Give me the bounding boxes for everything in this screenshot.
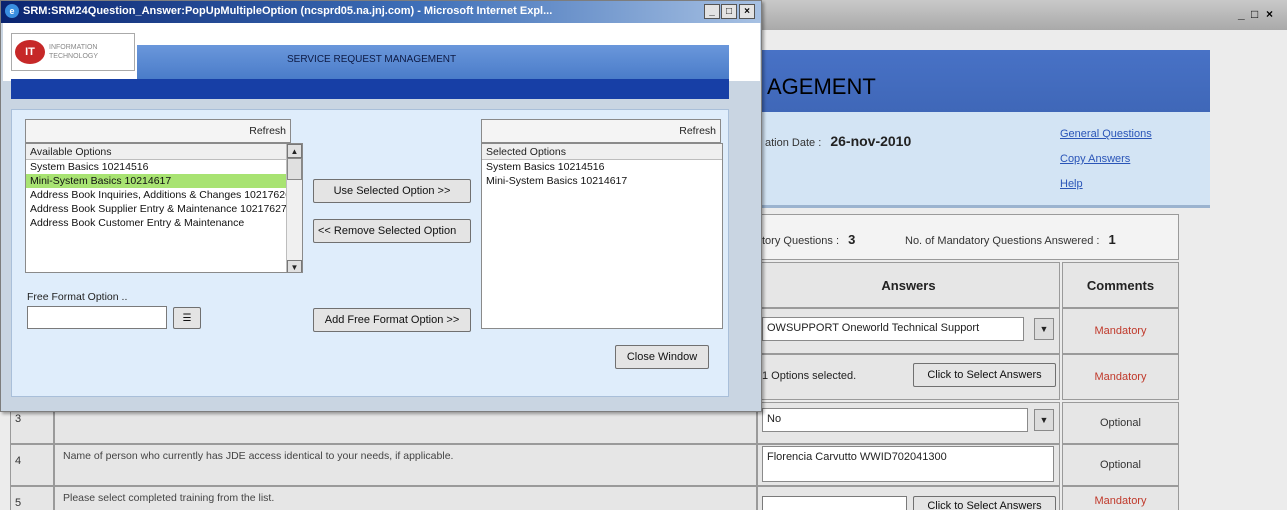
- popup-minimize-button[interactable]: _: [704, 4, 720, 19]
- browser-icon: e: [5, 4, 19, 18]
- free-format-input[interactable]: [27, 306, 167, 329]
- status-cell: Optional: [1062, 402, 1179, 444]
- mandatory-answered-count: No. of Mandatory Questions Answered : 1: [905, 232, 1116, 247]
- popup-window: e SRM:SRM24Question_Answer:PopUpMultiple…: [0, 0, 762, 412]
- help-links: General Questions Copy Answers Help: [1060, 122, 1152, 197]
- popup-titlebar: e SRM:SRM24Question_Answer:PopUpMultiple…: [1, 1, 761, 23]
- question-text: Please select completed training from th…: [63, 492, 275, 504]
- scroll-up-icon[interactable]: ▲: [287, 144, 302, 158]
- company-logo: IT INFORMATION TECHNOLOGY: [11, 33, 135, 71]
- use-selected-option-button[interactable]: Use Selected Option >>: [313, 179, 471, 203]
- general-questions-link[interactable]: General Questions: [1060, 122, 1152, 147]
- row-number: 5: [15, 497, 22, 509]
- chevron-down-icon[interactable]: ▼: [1034, 409, 1054, 431]
- available-refresh-button[interactable]: Refresh: [249, 125, 286, 137]
- popup-banner: SERVICE REQUEST MANAGEMENT: [137, 45, 729, 79]
- available-refresh-bar: Refresh: [25, 119, 291, 143]
- popup-maximize-button[interactable]: □: [721, 4, 737, 19]
- select-answers-button[interactable]: Click to Select Answers: [913, 363, 1056, 387]
- mandatory-questions-count: tory Questions : 3: [762, 232, 856, 247]
- free-format-label: Free Format Option ..: [27, 291, 128, 303]
- question-cell: Please select completed training from th…: [54, 486, 757, 510]
- popup-banner-title: SERVICE REQUEST MANAGEMENT: [287, 54, 457, 65]
- creation-date-value: 26-nov-2010: [830, 133, 912, 149]
- creation-date-label: ation Date :: [765, 137, 822, 149]
- answers-column-header: Answers: [757, 262, 1060, 308]
- add-free-format-option-button[interactable]: Add Free Format Option >>: [313, 308, 471, 332]
- available-options-header: Available Options: [26, 144, 302, 160]
- answer-summary-field: [762, 496, 907, 510]
- select-answers-button[interactable]: Click to Select Answers: [913, 496, 1056, 510]
- comments-column-header: Comments: [1062, 262, 1179, 308]
- creation-date: ation Date : 26-nov-2010: [765, 133, 911, 149]
- row-number-cell: 5: [10, 486, 54, 510]
- minimize-button[interactable]: _: [1238, 7, 1245, 21]
- answer-textarea[interactable]: Florencia Carvutto WWID702041300: [762, 446, 1054, 482]
- answer-select[interactable]: OWSUPPORT Oneworld Technical Support: [762, 317, 1024, 341]
- chevron-down-icon[interactable]: ▼: [1034, 318, 1054, 340]
- close-button[interactable]: ×: [1266, 7, 1273, 21]
- copy-answers-link[interactable]: Copy Answers: [1060, 147, 1152, 172]
- list-item[interactable]: Address Book Customer Entry & Maintenanc…: [26, 216, 302, 230]
- available-options-list[interactable]: Available Options System Basics 10214516…: [25, 143, 303, 273]
- popup-close-button[interactable]: ×: [739, 4, 755, 19]
- status-label: Mandatory: [1094, 371, 1147, 383]
- options-selected-text: 1 Options selected.: [762, 370, 857, 382]
- status-cell: Optional: [1062, 444, 1179, 486]
- status-cell: Mandatory: [1062, 486, 1179, 510]
- remove-selected-option-button[interactable]: << Remove Selected Option: [313, 219, 471, 243]
- list-item[interactable]: Address Book Inquiries, Additions & Chan…: [26, 188, 302, 202]
- maximize-button[interactable]: □: [1251, 7, 1258, 21]
- selected-options-list[interactable]: Selected Options System Basics 10214516 …: [481, 143, 723, 329]
- list-icon[interactable]: ☰: [173, 307, 201, 329]
- status-label: Mandatory: [1094, 495, 1147, 507]
- status-cell: Mandatory: [1062, 354, 1179, 400]
- list-item[interactable]: System Basics 10214516: [482, 160, 722, 174]
- list-item[interactable]: Mini-System Basics 10214617: [482, 174, 722, 188]
- logo-mark-icon: IT: [15, 40, 45, 64]
- status-label: Mandatory: [1094, 325, 1147, 337]
- status-label: Optional: [1100, 417, 1141, 429]
- selected-options-header: Selected Options: [482, 144, 722, 160]
- question-text: Name of person who currently has JDE acc…: [63, 450, 454, 462]
- scroll-down-icon[interactable]: ▼: [287, 260, 302, 272]
- list-item-selected[interactable]: Mini-System Basics 10214617: [26, 174, 302, 188]
- available-scrollbar[interactable]: ▲ ▼: [286, 144, 302, 272]
- popup-title-text: SRM:SRM24Question_Answer:PopUpMultipleOp…: [23, 5, 553, 17]
- row-number-cell: 4: [10, 444, 54, 486]
- list-item[interactable]: Address Book Supplier Entry & Maintenanc…: [26, 202, 302, 216]
- selected-refresh-bar: Refresh: [481, 119, 721, 143]
- scroll-thumb[interactable]: [287, 158, 302, 180]
- answer-select[interactable]: No: [762, 408, 1028, 432]
- selected-refresh-button[interactable]: Refresh: [679, 125, 716, 137]
- status-label: Optional: [1100, 459, 1141, 471]
- status-cell: Mandatory: [1062, 308, 1179, 354]
- list-item[interactable]: System Basics 10214516: [26, 160, 302, 174]
- help-link[interactable]: Help: [1060, 172, 1152, 197]
- question-cell: Name of person who currently has JDE acc…: [54, 444, 757, 486]
- page-banner-title: AGEMENT: [767, 74, 876, 99]
- close-window-button[interactable]: Close Window: [615, 345, 709, 369]
- row-number: 4: [15, 455, 22, 467]
- popup-banner-bar: [11, 79, 729, 99]
- page-banner: AGEMENT: [757, 50, 1210, 112]
